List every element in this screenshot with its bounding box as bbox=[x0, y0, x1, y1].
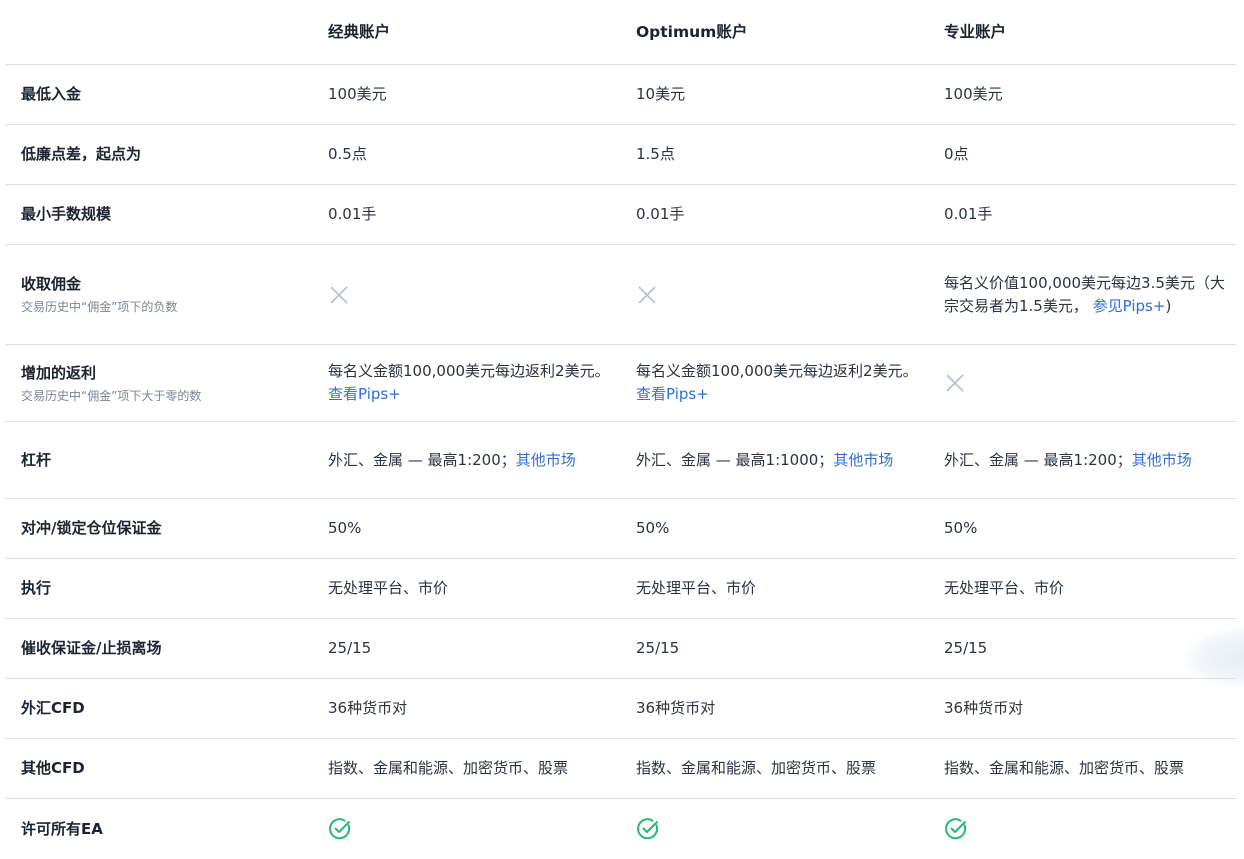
optimum-value: 每名义金额100,000美元每边返利2美元。查看Pips+ bbox=[636, 360, 944, 406]
pro-value: 0.01手 bbox=[944, 205, 993, 223]
table-row-forex-cfd: 外汇CFD 36种货币对 36种货币对 36种货币对 bbox=[5, 679, 1236, 739]
row-label: 执行 bbox=[21, 579, 52, 597]
check-circle-icon bbox=[329, 818, 351, 840]
row-label: 催收保证金/止损离场 bbox=[21, 639, 162, 657]
table-row-all-ea: 许可所有EA bbox=[5, 799, 1236, 859]
table-row-other-cfd: 其他CFD 指数、金属和能源、加密货币、股票 指数、金属和能源、加密货币、股票 … bbox=[5, 739, 1236, 799]
pro-value: 无处理平台、市价 bbox=[944, 579, 1065, 597]
classic-value: 36种货币对 bbox=[328, 699, 408, 717]
table-header-row: 经典账户 Optimum账户 专业账户 bbox=[5, 0, 1236, 65]
row-label: 许可所有EA bbox=[21, 819, 103, 838]
optimum-value: 25/15 bbox=[636, 639, 680, 657]
cross-icon bbox=[946, 374, 964, 392]
classic-value: 每名义金额100,000美元每边返利2美元。查看Pips+ bbox=[328, 360, 636, 406]
leverage-text: 外汇、金属 — 最高1:200； bbox=[944, 450, 1132, 469]
optimum-value: 0.01手 bbox=[636, 205, 685, 223]
optimum-rebate-text: 每名义金额100,000美元每边返利2美元。 bbox=[636, 362, 918, 380]
table-row-commission: 收取佣金 交易历史中“佣金”项下的负数 每名义价值100,000美元每边3.5美… bbox=[5, 245, 1236, 345]
classic-value: 0.01手 bbox=[328, 205, 377, 223]
header-pro-account: 专业账户 bbox=[944, 22, 1007, 41]
row-sublabel: 交易历史中“佣金”项下大于零的数 bbox=[21, 388, 202, 403]
table-row-hedged-margin: 对冲/锁定仓位保证金 50% 50% 50% bbox=[5, 499, 1236, 559]
pro-value: 外汇、金属 — 最高1:200；其他市场 bbox=[944, 449, 1236, 472]
table-row-leverage: 杠杆 外汇、金属 — 最高1:200；其他市场 外汇、金属 — 最高1:1000… bbox=[5, 422, 1236, 499]
pro-value: 指数、金属和能源、加密货币、股票 bbox=[944, 759, 1185, 777]
classic-value bbox=[328, 817, 636, 841]
account-comparison-table: 经典账户 Optimum账户 专业账户 最低入金 100美元 10美元 100美… bbox=[5, 0, 1236, 859]
row-label: 外汇CFD bbox=[21, 699, 85, 717]
optimum-value: 1.5点 bbox=[636, 145, 675, 163]
pro-value: 每名义价值100,000美元每边3.5美元（大宗交易者为1.5美元， 参见Pip… bbox=[944, 272, 1236, 318]
header-classic-account: 经典账户 bbox=[328, 22, 391, 41]
view-pips-plus-link[interactable]: 查看Pips+ bbox=[328, 385, 401, 403]
pro-value: 100美元 bbox=[944, 85, 1003, 103]
classic-value: 50% bbox=[328, 519, 362, 537]
row-sublabel: 交易历史中“佣金”项下的负数 bbox=[21, 300, 178, 314]
pro-value: 36种货币对 bbox=[944, 699, 1024, 717]
cross-icon bbox=[330, 285, 348, 304]
classic-value: 100美元 bbox=[328, 85, 387, 103]
pro-value: 0点 bbox=[944, 145, 969, 163]
pro-value bbox=[944, 817, 1236, 841]
row-label: 增加的返利 交易历史中“佣金”项下大于零的数 bbox=[5, 362, 328, 405]
optimum-value bbox=[636, 283, 944, 306]
optimum-value: 10美元 bbox=[636, 85, 686, 103]
table-row-min-deposit: 最低入金 100美元 10美元 100美元 bbox=[5, 65, 1236, 125]
optimum-value bbox=[636, 817, 944, 841]
other-markets-link[interactable]: 其他市场 bbox=[833, 451, 893, 469]
view-pips-plus-link[interactable]: 查看Pips+ bbox=[636, 385, 709, 403]
leverage-text: 外汇、金属 — 最高1:200； bbox=[328, 450, 516, 469]
table-row-spread: 低廉点差，起点为 0.5点 1.5点 0点 bbox=[5, 125, 1236, 185]
other-markets-link[interactable]: 其他市场 bbox=[1132, 451, 1192, 469]
other-markets-link[interactable]: 其他市场 bbox=[516, 451, 576, 469]
pro-commission-tail: ) bbox=[1165, 296, 1172, 315]
optimum-value: 外汇、金属 — 最高1:1000；其他市场 bbox=[636, 449, 944, 472]
table-row-margin-call: 催收保证金/止损离场 25/15 25/15 25/15 bbox=[5, 619, 1236, 679]
row-label: 其他CFD bbox=[21, 759, 85, 777]
row-label: 最低入金 bbox=[21, 85, 82, 103]
classic-value bbox=[328, 283, 636, 306]
pro-commission-text: 每名义价值100,000美元每边3.5美元（大宗交易者为1.5美元， bbox=[944, 273, 1225, 315]
optimum-value: 36种货币对 bbox=[636, 699, 716, 717]
row-label: 最小手数规模 bbox=[21, 205, 112, 223]
row-label: 收取佣金 交易历史中“佣金”项下的负数 bbox=[5, 273, 328, 316]
table-row-execution: 执行 无处理平台、市价 无处理平台、市价 无处理平台、市价 bbox=[5, 559, 1236, 619]
row-label: 低廉点差，起点为 bbox=[21, 145, 142, 163]
check-circle-icon bbox=[637, 818, 659, 840]
optimum-value: 50% bbox=[636, 519, 670, 537]
classic-value: 25/15 bbox=[328, 639, 372, 657]
classic-value: 指数、金属和能源、加密货币、股票 bbox=[328, 759, 569, 777]
classic-value: 0.5点 bbox=[328, 145, 367, 163]
pro-value: 50% bbox=[944, 519, 978, 537]
classic-value: 无处理平台、市价 bbox=[328, 579, 449, 597]
table-row-rebate: 增加的返利 交易历史中“佣金”项下大于零的数 每名义金额100,000美元每边返… bbox=[5, 345, 1236, 422]
classic-rebate-text: 每名义金额100,000美元每边返利2美元。 bbox=[328, 362, 610, 380]
classic-value: 外汇、金属 — 最高1:200；其他市场 bbox=[328, 449, 636, 472]
leverage-text: 外汇、金属 — 最高1:1000； bbox=[636, 450, 834, 469]
pro-value: 25/15 bbox=[944, 639, 988, 657]
cross-icon bbox=[638, 285, 656, 304]
row-label: 对冲/锁定仓位保证金 bbox=[21, 519, 162, 537]
optimum-value: 无处理平台、市价 bbox=[636, 579, 757, 597]
pro-value bbox=[944, 372, 1236, 395]
pips-plus-link[interactable]: 参见Pips+ bbox=[1093, 297, 1166, 315]
check-circle-icon bbox=[945, 818, 967, 840]
row-label: 杠杆 bbox=[21, 450, 52, 469]
optimum-value: 指数、金属和能源、加密货币、股票 bbox=[636, 759, 877, 777]
header-optimum-account: Optimum账户 bbox=[636, 22, 748, 41]
table-row-min-lot: 最小手数规模 0.01手 0.01手 0.01手 bbox=[5, 185, 1236, 245]
